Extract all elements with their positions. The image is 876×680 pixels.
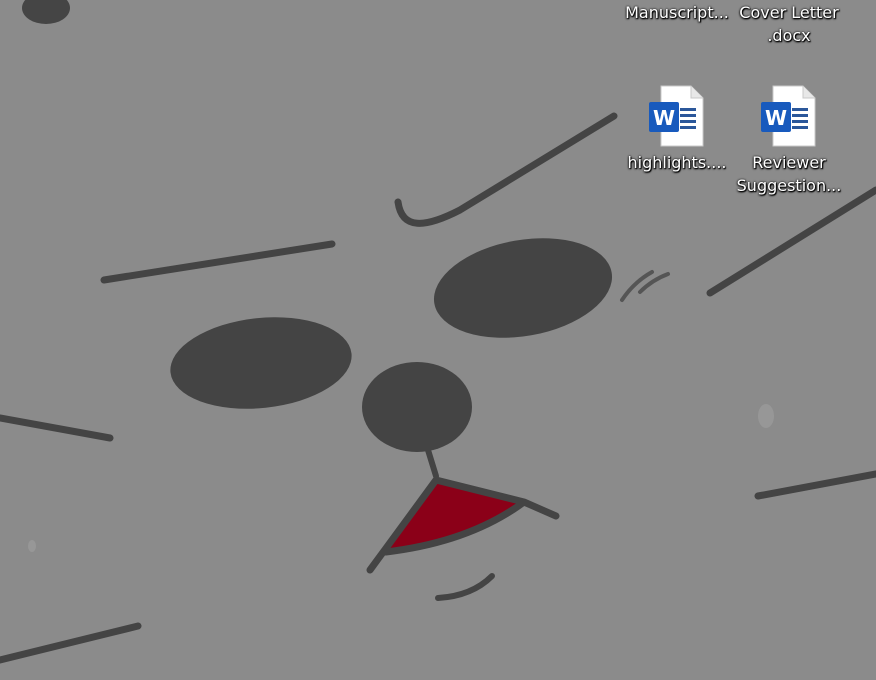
- icon-label-line-2: .docx: [767, 26, 811, 45]
- icon-label: highlights....: [627, 153, 727, 172]
- icon-label-line-2: Suggestion...: [736, 176, 842, 195]
- icon-label: Manuscript...: [625, 3, 729, 22]
- svg-text:W: W: [765, 106, 787, 130]
- word-document-icon: W: [649, 85, 704, 147]
- icon-label: Reviewer: [752, 153, 826, 172]
- cover-letter-file-icon[interactable]: Cover Letter .docx: [733, 0, 845, 48]
- icon-label: Cover Letter: [739, 3, 839, 22]
- reviewer-suggestions-file-icon[interactable]: W Reviewer Suggestion...: [733, 84, 845, 198]
- svg-text:W: W: [653, 106, 675, 130]
- wallpaper-nose: [362, 362, 472, 452]
- word-document-icon: W: [761, 85, 816, 147]
- desktop: Manuscript... Cover Letter .docx W highl…: [0, 0, 876, 680]
- manuscript-file-icon[interactable]: Manuscript...: [621, 0, 733, 25]
- highlights-file-icon[interactable]: W highlights....: [621, 84, 733, 175]
